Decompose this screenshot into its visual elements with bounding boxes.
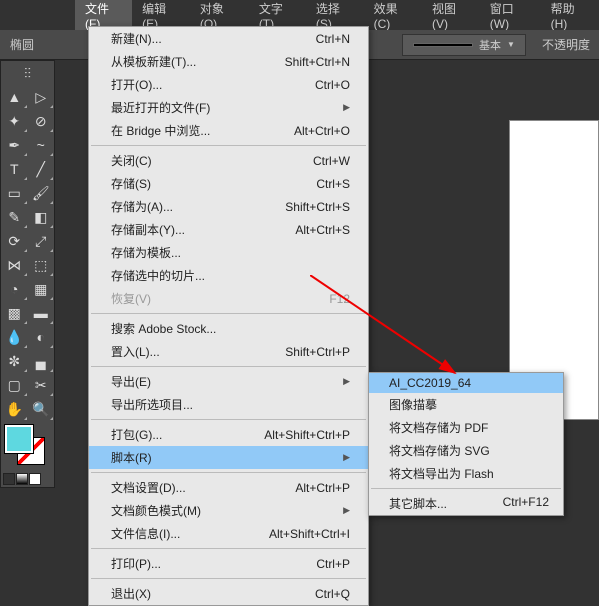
blend-tool[interactable]: ◐ xyxy=(28,325,55,349)
menu-separator xyxy=(91,578,366,579)
rotate-tool[interactable]: ⟳ xyxy=(1,229,28,253)
script-submenu-item[interactable]: 其它脚本...Ctrl+F12 xyxy=(369,492,563,515)
menu-view[interactable]: 视图(V) xyxy=(422,0,480,34)
file-menu-item[interactable]: 关闭(C)Ctrl+W xyxy=(89,149,368,172)
artboard-tool[interactable]: ▢ xyxy=(1,373,28,397)
file-menu-item[interactable]: 文件信息(I)...Alt+Shift+Ctrl+I xyxy=(89,522,368,545)
file-menu-item[interactable]: 打开(O)...Ctrl+O xyxy=(89,73,368,96)
perspective-tool[interactable]: ▦ xyxy=(28,277,55,301)
file-menu-item[interactable]: 最近打开的文件(F)▶ xyxy=(89,96,368,119)
eyedropper-tool[interactable]: 💧 xyxy=(1,325,28,349)
gradient-tool[interactable]: ▬ xyxy=(28,301,55,325)
toolbox-grip[interactable]: ⫶⫶ xyxy=(1,61,54,85)
file-menu-item[interactable]: 新建(N)...Ctrl+N xyxy=(89,27,368,50)
slice-tool[interactable]: ✂ xyxy=(28,373,55,397)
menu-help[interactable]: 帮助(H) xyxy=(541,0,599,34)
eraser-tool[interactable]: ◧ xyxy=(28,205,55,229)
fill-stroke-swatches[interactable] xyxy=(5,425,50,467)
script-submenu: AI_CC2019_64图像描摹将文档存储为 PDF将文档存储为 SVG将文档导… xyxy=(368,372,564,516)
script-submenu-item[interactable]: 将文档存储为 SVG xyxy=(369,439,563,462)
chevron-down-icon: ▼ xyxy=(507,40,515,49)
script-submenu-item[interactable]: 将文档导出为 Flash xyxy=(369,462,563,485)
magic-wand-tool[interactable]: ✦ xyxy=(1,109,28,133)
menu-effect[interactable]: 效果(C) xyxy=(364,0,422,34)
menu-separator xyxy=(91,548,366,549)
script-submenu-item[interactable]: 将文档存储为 PDF xyxy=(369,416,563,439)
file-menu-item[interactable]: 存储(S)Ctrl+S xyxy=(89,172,368,195)
shape-label: 椭圆 xyxy=(10,36,34,53)
pen-tool[interactable]: ✒ xyxy=(1,133,28,157)
stroke-preview xyxy=(413,43,473,47)
zoom-tool[interactable]: 🔍 xyxy=(28,397,55,421)
file-menu-dropdown: 新建(N)...Ctrl+N从模板新建(T)...Shift+Ctrl+N打开(… xyxy=(88,26,369,606)
width-tool[interactable]: ⋈ xyxy=(1,253,28,277)
submenu-arrow-icon: ▶ xyxy=(343,102,350,113)
curvature-tool[interactable]: ~ xyxy=(28,133,55,157)
none-mode-icon[interactable] xyxy=(29,473,41,485)
lasso-tool[interactable]: ⊘ xyxy=(28,109,55,133)
type-tool[interactable]: T xyxy=(1,157,28,181)
script-submenu-item[interactable]: AI_CC2019_64 xyxy=(369,373,563,393)
opacity-label: 不透明度 xyxy=(542,36,590,53)
file-menu-item[interactable]: 脚本(R)▶ xyxy=(89,446,368,469)
file-menu-item[interactable]: 在 Bridge 中浏览...Alt+Ctrl+O xyxy=(89,119,368,142)
submenu-arrow-icon: ▶ xyxy=(343,376,350,387)
mesh-tool[interactable]: ▩ xyxy=(1,301,28,325)
file-menu-item[interactable]: 存储为(A)...Shift+Ctrl+S xyxy=(89,195,368,218)
hand-tool[interactable]: ✋ xyxy=(1,397,28,421)
menu-separator xyxy=(91,145,366,146)
gradient-mode-icon[interactable] xyxy=(16,473,28,485)
file-menu-item[interactable]: 从模板新建(T)...Shift+Ctrl+N xyxy=(89,50,368,73)
file-menu-item[interactable]: 存储副本(Y)...Alt+Ctrl+S xyxy=(89,218,368,241)
file-menu-item[interactable]: 文档颜色模式(M)▶ xyxy=(89,499,368,522)
file-menu-item[interactable]: 退出(X)Ctrl+Q xyxy=(89,582,368,605)
toolbox: ⫶⫶ ▲ ▷ ✦ ⊘ ✒ ~ T ╱ ▭ 🖌 ✎ ◧ ⟳ ⤢ ⋈ ⬚ ◔ ▦ ▩… xyxy=(0,60,55,488)
line-tool[interactable]: ╱ xyxy=(28,157,55,181)
menu-separator xyxy=(371,488,561,489)
menu-separator xyxy=(91,366,366,367)
menu-separator xyxy=(91,419,366,420)
direct-selection-tool[interactable]: ▷ xyxy=(28,85,55,109)
submenu-arrow-icon: ▶ xyxy=(343,452,350,463)
scale-tool[interactable]: ⤢ xyxy=(28,229,55,253)
file-menu-item[interactable]: 导出(E)▶ xyxy=(89,370,368,393)
menu-window[interactable]: 窗口(W) xyxy=(480,0,541,34)
file-menu-item[interactable]: 文档设置(D)...Alt+Ctrl+P xyxy=(89,476,368,499)
selection-tool[interactable]: ▲ xyxy=(1,85,28,109)
file-menu-item[interactable]: 存储为模板... xyxy=(89,241,368,264)
color-mode-icon[interactable] xyxy=(3,473,15,485)
script-submenu-item[interactable]: 图像描摹 xyxy=(369,393,563,416)
submenu-arrow-icon: ▶ xyxy=(343,505,350,516)
file-menu-item[interactable]: 打包(G)...Alt+Shift+Ctrl+P xyxy=(89,423,368,446)
free-transform-tool[interactable]: ⬚ xyxy=(28,253,55,277)
menu-bar: 文件(F) 编辑(E) 对象(O) 文字(T) 选择(S) 效果(C) 视图(V… xyxy=(0,4,599,26)
menu-separator xyxy=(91,472,366,473)
paintbrush-tool[interactable]: 🖌 xyxy=(28,181,55,205)
stroke-style-dropdown[interactable]: 基本 ▼ xyxy=(402,34,526,56)
file-menu-item[interactable]: 置入(L)...Shift+Ctrl+P xyxy=(89,340,368,363)
file-menu-item[interactable]: 搜索 Adobe Stock... xyxy=(89,317,368,340)
graph-tool[interactable]: ▄ xyxy=(28,349,55,373)
symbol-sprayer-tool[interactable]: ✼ xyxy=(1,349,28,373)
fill-color-swatch[interactable] xyxy=(5,425,33,453)
menu-separator xyxy=(91,313,366,314)
file-menu-item[interactable]: 打印(P)...Ctrl+P xyxy=(89,552,368,575)
file-menu-item: 恢复(V)F12 xyxy=(89,287,368,310)
file-menu-item[interactable]: 存储选中的切片... xyxy=(89,264,368,287)
rectangle-tool[interactable]: ▭ xyxy=(1,181,28,205)
shaper-tool[interactable]: ✎ xyxy=(1,205,28,229)
shape-builder-tool[interactable]: ◔ xyxy=(1,277,28,301)
file-menu-item[interactable]: 导出所选项目... xyxy=(89,393,368,416)
